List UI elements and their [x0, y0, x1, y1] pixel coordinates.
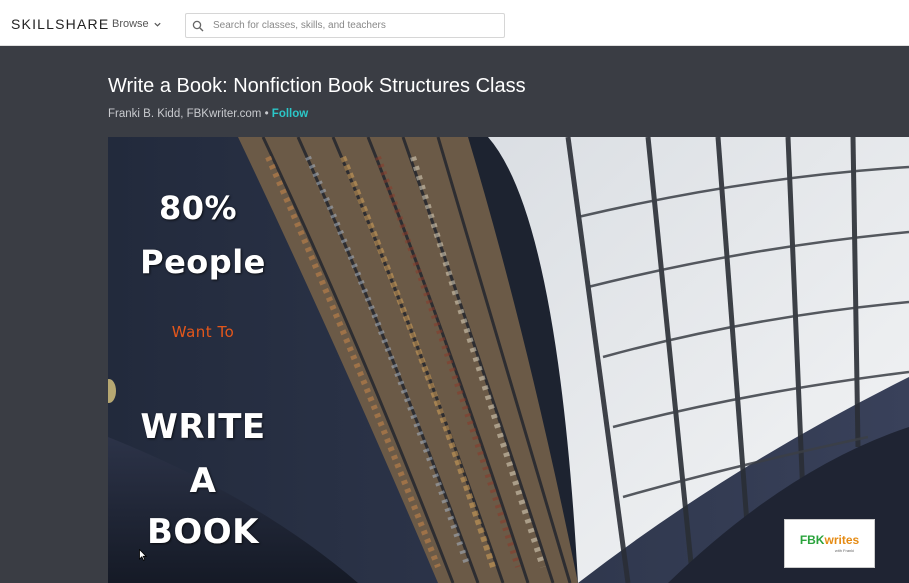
teacher-line: Franki B. Kidd, FBKwriter.com • Follow: [108, 108, 308, 120]
video-text-a: A: [189, 461, 217, 501]
video-text-book: BOOK: [146, 512, 260, 552]
video-text-want-to: Want To: [171, 323, 235, 341]
search-icon: [192, 20, 204, 31]
class-page: Write a Book: Nonfiction Book Structures…: [0, 46, 909, 583]
follow-button[interactable]: Follow: [272, 108, 308, 120]
video-text-people: People: [140, 243, 266, 281]
top-navigation-bar: SKILLSHARE Browse: [0, 0, 909, 46]
chevron-down-icon: [154, 22, 161, 27]
fbkwrites-logo-subtext: with Franki: [834, 548, 855, 553]
teacher-name[interactable]: Franki B. Kidd, FBKwriter.com: [108, 108, 261, 120]
video-player[interactable]: 80% People Want To WRITE A BOOK FBKwrite…: [108, 137, 909, 583]
separator-dot: •: [261, 108, 272, 120]
mouse-cursor-icon: [139, 549, 147, 561]
search-box[interactable]: [185, 13, 505, 38]
skillshare-logo[interactable]: SKILLSHARE: [11, 16, 109, 32]
video-text-write: WRITE: [140, 407, 266, 447]
browse-label: Browse: [112, 18, 149, 30]
fbkwrites-logo-text: FBKwrites: [799, 533, 860, 547]
search-input[interactable]: [211, 19, 491, 32]
fbkwrites-logo-badge: FBKwrites with Franki: [784, 519, 875, 568]
page-title: Write a Book: Nonfiction Book Structures…: [108, 75, 526, 97]
video-text-80-percent: 80%: [158, 189, 238, 227]
browse-menu-button[interactable]: Browse: [112, 18, 162, 30]
